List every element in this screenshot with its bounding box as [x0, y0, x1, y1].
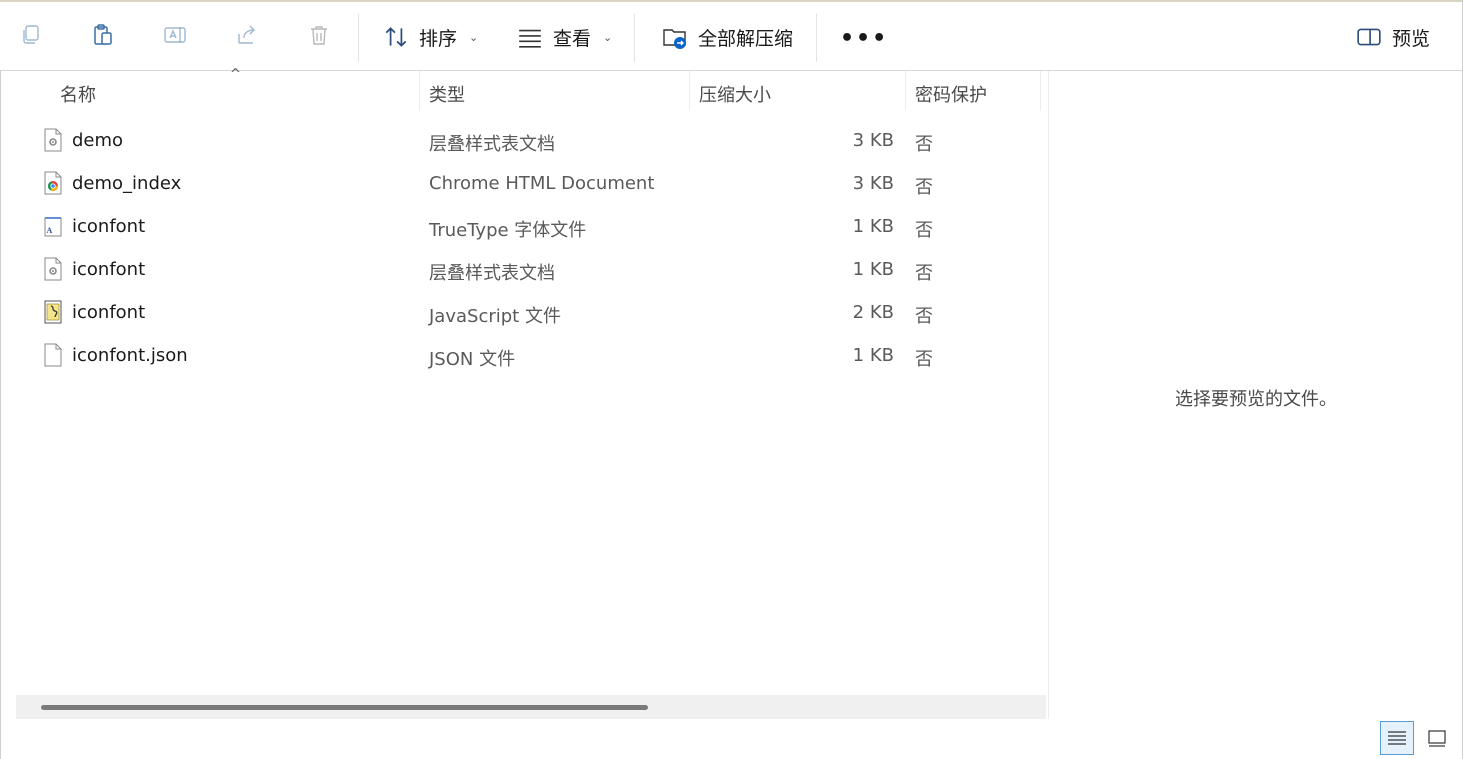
- file-name: iconfont.json: [72, 345, 188, 366]
- paste-icon[interactable]: [90, 22, 116, 48]
- column-header-name[interactable]: 名称: [60, 81, 96, 107]
- css-file-icon: [44, 257, 62, 281]
- column-divider[interactable]: [1040, 71, 1041, 111]
- file-type: 层叠样式表文档: [429, 134, 555, 155]
- file-name: demo: [72, 130, 124, 151]
- file-size: 1 KB: [852, 216, 894, 237]
- view-icon: [519, 29, 541, 48]
- file-row[interactable]: iconfont JavaScript 文件 2 KB 否: [13, 292, 1047, 335]
- view-button[interactable]: 查看 ⌄: [517, 22, 612, 52]
- file-type: JSON 文件: [429, 349, 516, 370]
- blank-file-icon: [44, 343, 62, 367]
- sort-icon: [385, 27, 407, 47]
- preview-pane-icon: [1357, 28, 1381, 46]
- password-status: 否: [915, 177, 933, 198]
- file-name: iconfont: [72, 216, 146, 237]
- password-status: 否: [915, 349, 933, 370]
- file-type: JavaScript 文件: [429, 306, 561, 327]
- password-status: 否: [915, 220, 933, 241]
- password-status: 否: [915, 263, 933, 284]
- file-row[interactable]: demo_index Chrome HTML Document 3 KB 否: [13, 163, 1047, 206]
- password-status: 否: [915, 134, 933, 155]
- column-divider[interactable]: [419, 71, 420, 111]
- preview-pane: 选择要预览的文件。: [1048, 71, 1463, 719]
- sort-ascending-icon: ^: [230, 67, 241, 82]
- file-size: 1 KB: [852, 259, 894, 280]
- file-row[interactable]: iconfont 层叠样式表文档 1 KB 否: [13, 249, 1047, 292]
- column-divider[interactable]: [689, 71, 690, 111]
- details-view-button[interactable]: [1380, 721, 1414, 755]
- js-file-icon: [44, 300, 62, 324]
- chevron-down-icon: ⌄: [469, 30, 479, 44]
- column-header-compressed-size[interactable]: 压缩大小: [699, 81, 771, 107]
- file-size: 1 KB: [852, 345, 894, 366]
- extract-icon: [663, 29, 686, 49]
- rename-icon[interactable]: [162, 22, 188, 48]
- tiles-view-button[interactable]: [1420, 721, 1454, 755]
- file-type: 层叠样式表文档: [429, 263, 555, 284]
- css-file-icon: [44, 128, 62, 152]
- view-label: 查看: [553, 27, 592, 50]
- chevron-down-icon: ⌄: [603, 30, 613, 44]
- toolbar-divider: [634, 14, 635, 62]
- file-name: demo_index: [72, 173, 182, 194]
- file-name: iconfont: [72, 302, 146, 323]
- file-size: 2 KB: [852, 302, 894, 323]
- toolbar-divider: [358, 14, 359, 62]
- share-icon[interactable]: [234, 22, 260, 48]
- copy-icon[interactable]: [18, 22, 44, 48]
- file-size: 3 KB: [852, 130, 894, 151]
- file-name: iconfont: [72, 259, 146, 280]
- preview-message: 选择要预览的文件。: [1175, 389, 1337, 410]
- more-options-button[interactable]: •••: [840, 26, 888, 51]
- preview-label: 预览: [1392, 27, 1431, 50]
- font-file-icon: A: [44, 217, 62, 237]
- column-header-type[interactable]: 类型: [429, 81, 465, 107]
- extract-all-label: 全部解压缩: [698, 27, 794, 50]
- details-view-icon: [1388, 731, 1406, 745]
- delete-icon[interactable]: [306, 22, 332, 48]
- column-header-row: ^ 名称 类型 压缩大小 密码保护: [13, 67, 1047, 113]
- svg-text:A: A: [47, 226, 53, 235]
- chrome-html-icon: [44, 171, 62, 195]
- password-status: 否: [915, 306, 933, 327]
- file-row[interactable]: iconfont.json JSON 文件 1 KB 否: [13, 335, 1047, 378]
- file-size: 3 KB: [852, 173, 894, 194]
- command-bar: 排序 ⌄ 查看 ⌄ 全部解压缩 ••• 预览: [0, 2, 1463, 71]
- file-row[interactable]: demo 层叠样式表文档 3 KB 否: [13, 120, 1047, 163]
- window-left-border: [0, 70, 1, 759]
- toolbar-divider: [816, 14, 817, 62]
- sort-button[interactable]: 排序 ⌄: [383, 22, 478, 52]
- extract-all-button[interactable]: 全部解压缩: [662, 22, 793, 52]
- large-icons-view-icon: [1428, 730, 1446, 747]
- file-list: ^ 名称 类型 压缩大小 密码保护 demo 层叠样式表文档 3 KB 否 de…: [13, 67, 1047, 719]
- sort-label: 排序: [419, 27, 458, 50]
- status-bar: [1, 719, 1462, 759]
- scrollbar-thumb[interactable]: [41, 705, 648, 710]
- preview-pane-button[interactable]: 预览: [1356, 22, 1430, 52]
- file-type: TrueType 字体文件: [429, 220, 587, 241]
- column-header-password[interactable]: 密码保护: [915, 81, 987, 107]
- column-divider[interactable]: [905, 71, 906, 111]
- file-type: Chrome HTML Document: [429, 173, 655, 194]
- file-row[interactable]: A iconfont TrueType 字体文件 1 KB 否: [13, 206, 1047, 249]
